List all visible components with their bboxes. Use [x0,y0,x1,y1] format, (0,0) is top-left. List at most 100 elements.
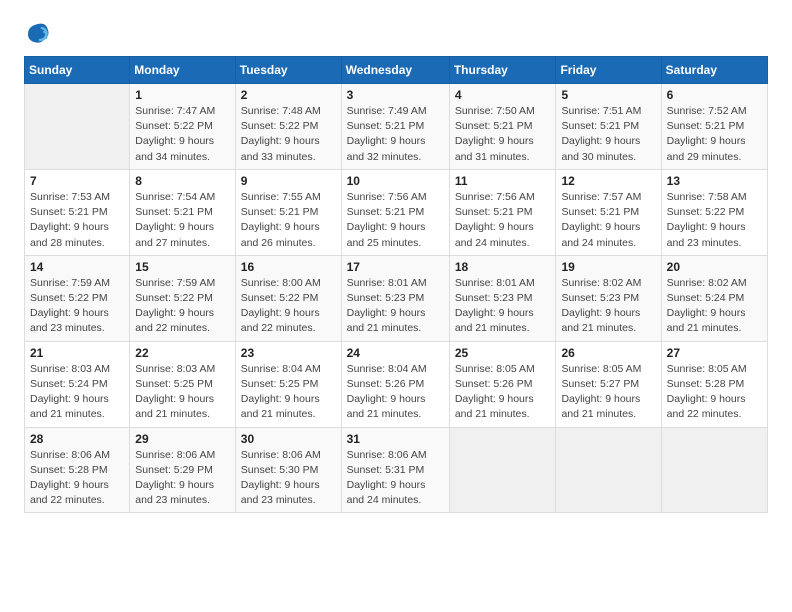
sunrise-label: Sunrise: 8:04 AM [241,363,321,375]
sunset-label: Sunset: 5:21 PM [135,206,213,218]
sunset-label: Sunset: 5:21 PM [30,206,108,218]
day-number: 29 [135,432,230,446]
calendar-week-5: 28 Sunrise: 8:06 AM Sunset: 5:28 PM Dayl… [25,427,768,513]
sunset-label: Sunset: 5:21 PM [455,120,533,132]
day-info: Sunrise: 8:05 AM Sunset: 5:28 PM Dayligh… [667,362,762,423]
sunset-label: Sunset: 5:27 PM [561,378,639,390]
daylight-label: Daylight: 9 hours and 21 minutes. [30,393,109,420]
calendar-cell: 9 Sunrise: 7:55 AM Sunset: 5:21 PM Dayli… [235,169,341,255]
day-info: Sunrise: 8:05 AM Sunset: 5:27 PM Dayligh… [561,362,655,423]
day-number: 4 [455,88,551,102]
calendar-cell: 15 Sunrise: 7:59 AM Sunset: 5:22 PM Dayl… [130,255,236,341]
calendar-cell: 13 Sunrise: 7:58 AM Sunset: 5:22 PM Dayl… [661,169,767,255]
day-info: Sunrise: 8:04 AM Sunset: 5:25 PM Dayligh… [241,362,336,423]
daylight-label: Daylight: 9 hours and 21 minutes. [135,393,214,420]
calendar-cell: 26 Sunrise: 8:05 AM Sunset: 5:27 PM Dayl… [556,341,661,427]
calendar-cell: 1 Sunrise: 7:47 AM Sunset: 5:22 PM Dayli… [130,84,236,170]
calendar-week-2: 7 Sunrise: 7:53 AM Sunset: 5:21 PM Dayli… [25,169,768,255]
sunset-label: Sunset: 5:22 PM [135,120,213,132]
day-info: Sunrise: 7:58 AM Sunset: 5:22 PM Dayligh… [667,190,762,251]
sunset-label: Sunset: 5:21 PM [561,120,639,132]
calendar-header-row: SundayMondayTuesdayWednesdayThursdayFrid… [25,57,768,84]
sunset-label: Sunset: 5:22 PM [30,292,108,304]
sunrise-label: Sunrise: 8:04 AM [347,363,427,375]
day-number: 25 [455,346,551,360]
calendar-cell: 8 Sunrise: 7:54 AM Sunset: 5:21 PM Dayli… [130,169,236,255]
sunrise-label: Sunrise: 8:06 AM [135,449,215,461]
day-number: 1 [135,88,230,102]
daylight-label: Daylight: 9 hours and 23 minutes. [30,307,109,334]
day-number: 31 [347,432,444,446]
calendar-week-1: 1 Sunrise: 7:47 AM Sunset: 5:22 PM Dayli… [25,84,768,170]
sunrise-label: Sunrise: 8:05 AM [667,363,747,375]
day-number: 8 [135,174,230,188]
day-info: Sunrise: 8:06 AM Sunset: 5:31 PM Dayligh… [347,448,444,509]
calendar-cell: 29 Sunrise: 8:06 AM Sunset: 5:29 PM Dayl… [130,427,236,513]
daylight-label: Daylight: 9 hours and 25 minutes. [347,221,426,248]
daylight-label: Daylight: 9 hours and 30 minutes. [561,135,640,162]
day-info: Sunrise: 8:06 AM Sunset: 5:29 PM Dayligh… [135,448,230,509]
day-number: 15 [135,260,230,274]
sunset-label: Sunset: 5:25 PM [241,378,319,390]
calendar: SundayMondayTuesdayWednesdayThursdayFrid… [24,56,768,513]
daylight-label: Daylight: 9 hours and 22 minutes. [667,393,746,420]
sunset-label: Sunset: 5:24 PM [30,378,108,390]
calendar-header-tuesday: Tuesday [235,57,341,84]
sunrise-label: Sunrise: 7:58 AM [667,191,747,203]
day-info: Sunrise: 7:52 AM Sunset: 5:21 PM Dayligh… [667,104,762,165]
daylight-label: Daylight: 9 hours and 21 minutes. [455,307,534,334]
calendar-week-4: 21 Sunrise: 8:03 AM Sunset: 5:24 PM Dayl… [25,341,768,427]
day-number: 7 [30,174,124,188]
calendar-header-monday: Monday [130,57,236,84]
calendar-cell: 17 Sunrise: 8:01 AM Sunset: 5:23 PM Dayl… [341,255,449,341]
daylight-label: Daylight: 9 hours and 21 minutes. [455,393,534,420]
calendar-header-sunday: Sunday [25,57,130,84]
day-number: 14 [30,260,124,274]
day-info: Sunrise: 7:49 AM Sunset: 5:21 PM Dayligh… [347,104,444,165]
daylight-label: Daylight: 9 hours and 22 minutes. [241,307,320,334]
page: SundayMondayTuesdayWednesdayThursdayFrid… [0,0,792,612]
day-number: 23 [241,346,336,360]
sunrise-label: Sunrise: 7:57 AM [561,191,641,203]
sunset-label: Sunset: 5:23 PM [561,292,639,304]
sunset-label: Sunset: 5:22 PM [241,292,319,304]
sunrise-label: Sunrise: 8:06 AM [347,449,427,461]
daylight-label: Daylight: 9 hours and 33 minutes. [241,135,320,162]
day-number: 2 [241,88,336,102]
calendar-cell [661,427,767,513]
day-info: Sunrise: 8:04 AM Sunset: 5:26 PM Dayligh… [347,362,444,423]
day-number: 12 [561,174,655,188]
day-info: Sunrise: 7:51 AM Sunset: 5:21 PM Dayligh… [561,104,655,165]
day-number: 28 [30,432,124,446]
day-number: 9 [241,174,336,188]
calendar-cell: 2 Sunrise: 7:48 AM Sunset: 5:22 PM Dayli… [235,84,341,170]
sunset-label: Sunset: 5:29 PM [135,464,213,476]
sunrise-label: Sunrise: 8:05 AM [561,363,641,375]
sunset-label: Sunset: 5:21 PM [347,120,425,132]
sunrise-label: Sunrise: 7:47 AM [135,105,215,117]
day-info: Sunrise: 7:47 AM Sunset: 5:22 PM Dayligh… [135,104,230,165]
day-number: 22 [135,346,230,360]
day-info: Sunrise: 8:01 AM Sunset: 5:23 PM Dayligh… [347,276,444,337]
sunset-label: Sunset: 5:21 PM [667,120,745,132]
logo [24,20,56,48]
day-number: 16 [241,260,336,274]
calendar-cell [556,427,661,513]
calendar-cell: 24 Sunrise: 8:04 AM Sunset: 5:26 PM Dayl… [341,341,449,427]
sunset-label: Sunset: 5:28 PM [30,464,108,476]
calendar-cell: 25 Sunrise: 8:05 AM Sunset: 5:26 PM Dayl… [449,341,556,427]
calendar-cell: 31 Sunrise: 8:06 AM Sunset: 5:31 PM Dayl… [341,427,449,513]
calendar-cell: 18 Sunrise: 8:01 AM Sunset: 5:23 PM Dayl… [449,255,556,341]
calendar-cell: 5 Sunrise: 7:51 AM Sunset: 5:21 PM Dayli… [556,84,661,170]
day-number: 19 [561,260,655,274]
day-info: Sunrise: 7:56 AM Sunset: 5:21 PM Dayligh… [455,190,551,251]
daylight-label: Daylight: 9 hours and 21 minutes. [241,393,320,420]
sunrise-label: Sunrise: 7:59 AM [135,277,215,289]
sunset-label: Sunset: 5:21 PM [455,206,533,218]
daylight-label: Daylight: 9 hours and 23 minutes. [667,221,746,248]
day-info: Sunrise: 7:59 AM Sunset: 5:22 PM Dayligh… [135,276,230,337]
calendar-cell: 11 Sunrise: 7:56 AM Sunset: 5:21 PM Dayl… [449,169,556,255]
sunrise-label: Sunrise: 7:56 AM [455,191,535,203]
day-info: Sunrise: 8:06 AM Sunset: 5:28 PM Dayligh… [30,448,124,509]
sunrise-label: Sunrise: 8:06 AM [30,449,110,461]
